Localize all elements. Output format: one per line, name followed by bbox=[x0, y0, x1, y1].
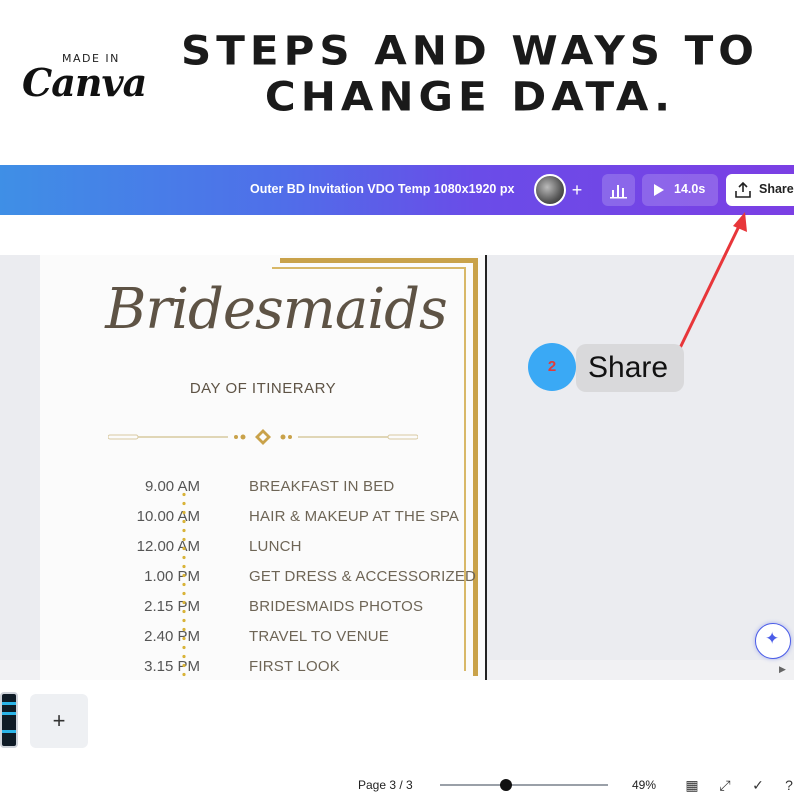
play-icon bbox=[654, 184, 664, 196]
add-collaborator-button[interactable]: + bbox=[566, 179, 588, 201]
itinerary-time: 3.15 PM bbox=[144, 658, 200, 675]
user-avatar[interactable] bbox=[534, 174, 566, 206]
itinerary-time: 2.40 PM bbox=[144, 628, 200, 645]
play-duration: 14.0s bbox=[674, 182, 706, 196]
headline-line-2: CHANGE DATA. bbox=[264, 73, 676, 120]
ornament-divider bbox=[108, 429, 418, 445]
design-subtitle[interactable]: DAY OF ITINERARY bbox=[40, 380, 485, 397]
itinerary-row[interactable]: 10.00 AM HAIR & MAKEUP AT THE SPA bbox=[40, 508, 487, 530]
document-title[interactable]: Outer BD Invitation VDO Temp 1080x1920 p… bbox=[250, 182, 514, 196]
itinerary-row[interactable]: 2.40 PM TRAVEL TO VENUE bbox=[40, 628, 487, 650]
itinerary-event: HAIR & MAKEUP AT THE SPA bbox=[249, 508, 460, 525]
itinerary-row[interactable]: 2.15 PM BRIDESMAIDS PHOTOS bbox=[40, 598, 487, 620]
itinerary-event: GET DRESS & ACCESSORIZED bbox=[249, 568, 477, 585]
design-title[interactable]: Bridesmaids bbox=[96, 277, 456, 342]
add-page-button[interactable]: + bbox=[30, 694, 88, 748]
page-indicator[interactable]: Page 3 / 3 bbox=[358, 778, 413, 792]
itinerary-event: FIRST LOOK bbox=[249, 658, 340, 675]
itinerary-time: 10.00 AM bbox=[136, 508, 200, 525]
page-headline: STEPS AND WAYS TO CHANGE DATA. bbox=[160, 28, 780, 120]
share-button-label: Share bbox=[759, 182, 794, 196]
itinerary-row[interactable]: 12.00 AM LUNCH bbox=[40, 538, 487, 560]
magic-assistant-button[interactable]: ✦ bbox=[755, 623, 791, 659]
itinerary-row[interactable]: 3.15 PM FIRST LOOK bbox=[40, 658, 487, 680]
made-in-canva-logo: MADE IN Canva bbox=[22, 48, 147, 108]
itinerary-time: 9.00 AM bbox=[144, 478, 200, 495]
itinerary-row[interactable]: 9.00 AM BREAKFAST IN BED bbox=[40, 478, 487, 500]
itinerary-event: TRAVEL TO VENUE bbox=[249, 628, 389, 645]
itinerary-event: BRIDESMAIDS PHOTOS bbox=[249, 598, 424, 615]
step-number-badge: 2 bbox=[528, 343, 576, 391]
share-button[interactable]: Share bbox=[726, 174, 794, 206]
help-icon[interactable]: ? bbox=[780, 776, 794, 794]
zoom-slider-handle[interactable] bbox=[499, 779, 512, 791]
design-subtitle-text: DAY OF ITINERARY bbox=[189, 380, 337, 397]
itinerary-event: LUNCH bbox=[249, 538, 302, 555]
fullscreen-icon[interactable]: ⤢ bbox=[716, 776, 734, 794]
editor-footer: Page 3 / 3 49% ▦ ⤢ ✓ ? bbox=[0, 770, 794, 794]
canva-wordmark: Canva bbox=[22, 60, 147, 105]
page-thumbnail[interactable] bbox=[0, 692, 18, 748]
headline-line-1: STEPS AND WAYS TO bbox=[181, 27, 759, 74]
itinerary-time: 12.00 AM bbox=[136, 538, 200, 555]
upload-icon bbox=[735, 181, 751, 198]
itinerary-time: 1.00 PM bbox=[144, 568, 200, 585]
bar-chart-icon bbox=[610, 185, 627, 199]
check-icon[interactable]: ✓ bbox=[749, 776, 767, 794]
insights-button[interactable] bbox=[602, 174, 635, 206]
zoom-percentage[interactable]: 49% bbox=[632, 778, 656, 792]
grid-view-icon[interactable]: ▦ bbox=[683, 776, 701, 794]
zoom-slider-track[interactable] bbox=[440, 784, 608, 786]
itinerary-time: 2.15 PM bbox=[144, 598, 200, 615]
dotted-timeline bbox=[182, 490, 186, 680]
step-label: Share bbox=[576, 344, 684, 392]
editor-toolbar: Outer BD Invitation VDO Temp 1080x1920 p… bbox=[0, 165, 794, 215]
scroll-right-icon[interactable]: ▶ bbox=[779, 664, 786, 675]
sparkle-icon: ✦ bbox=[765, 629, 780, 648]
present-button[interactable]: 14.0s bbox=[642, 174, 718, 206]
itinerary-event: BREAKFAST IN BED bbox=[249, 478, 395, 495]
itinerary-row[interactable]: 1.00 PM GET DRESS & ACCESSORIZED bbox=[40, 568, 487, 590]
